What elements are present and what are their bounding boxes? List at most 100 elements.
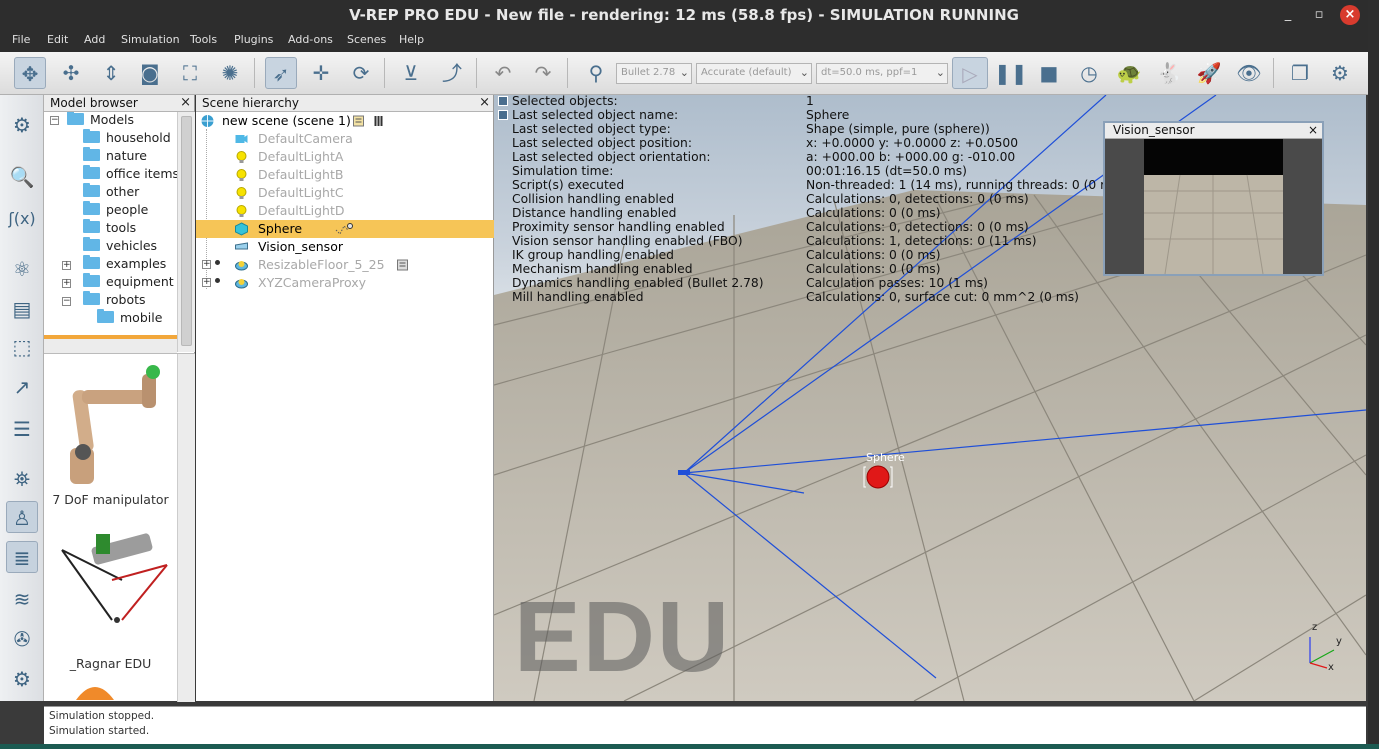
menu-tools[interactable]: Tools: [190, 33, 217, 46]
click-select-button[interactable]: ➶: [265, 57, 297, 89]
fit-to-view-button[interactable]: ⛶: [174, 57, 206, 89]
folder-office-items[interactable]: office items: [83, 165, 177, 184]
camera-angle-button[interactable]: ◙: [134, 57, 166, 89]
vision-sensor-window[interactable]: Vision_sensor ×: [1103, 121, 1324, 276]
folder-nature[interactable]: nature: [83, 147, 147, 166]
page-selector-button[interactable]: ❐: [1284, 57, 1316, 89]
fly-mode-button[interactable]: ✺: [214, 57, 246, 89]
collections-button[interactable]: ⚛: [6, 253, 38, 285]
menu-file[interactable]: File: [12, 33, 30, 46]
hierarchy-item-defaultcamera[interactable]: DefaultCamera: [196, 130, 494, 148]
next-model-thumbnail[interactable]: [72, 680, 118, 700]
model-browser-toggle[interactable]: ⛯: [6, 463, 38, 495]
camera-pan-button[interactable]: ✥: [14, 57, 46, 89]
physics-engine-select[interactable]: Bullet 2.78 ⌄: [616, 63, 692, 84]
close-icon[interactable]: ×: [1308, 123, 1318, 138]
selection-button[interactable]: ☰: [6, 413, 38, 445]
object-properties-button[interactable]: 🔍: [6, 161, 38, 193]
hierarchy-item-defaultlightd[interactable]: DefaultLightD: [196, 202, 494, 220]
tree-scrollbar[interactable]: [177, 112, 195, 352]
folder-people[interactable]: people: [83, 201, 148, 220]
timestep-select[interactable]: dt=50.0 ms, ppf=1 ⌄: [816, 63, 948, 84]
video-recorder-button[interactable]: ✇: [6, 623, 38, 655]
close-icon[interactable]: ×: [479, 95, 490, 111]
scrollbar-thumb[interactable]: [181, 116, 192, 346]
hierarchy-item-defaultlighta[interactable]: DefaultLightA: [196, 148, 494, 166]
sphere-object[interactable]: [866, 465, 890, 489]
menu-scenes[interactable]: Scenes: [347, 33, 386, 46]
layers-list-toggle[interactable]: ≣: [6, 541, 38, 573]
camera-rotate-button[interactable]: ✣: [55, 57, 87, 89]
expand-toggle[interactable]: +: [202, 260, 211, 269]
minimize-button[interactable]: _: [1278, 5, 1298, 25]
transfer-dna-button[interactable]: ⤴: [436, 57, 468, 89]
collapse-toggle[interactable]: −: [50, 116, 59, 125]
folder-other[interactable]: other: [83, 183, 139, 202]
path-edit-button[interactable]: ↗: [6, 371, 38, 403]
folder-examples[interactable]: examples: [83, 255, 166, 274]
accuracy-select[interactable]: Accurate (default) ⌄: [696, 63, 812, 84]
dynamics-toggle-button[interactable]: ⚲: [580, 57, 612, 89]
bars-icon[interactable]: [372, 114, 387, 128]
folder-household[interactable]: household: [83, 129, 171, 148]
camera-shift-button[interactable]: ⇕: [95, 57, 127, 89]
calculation-modules-button[interactable]: ʃ(x): [6, 201, 38, 233]
speed-up-button[interactable]: 🐇: [1153, 57, 1185, 89]
toggle-visualization-button[interactable]: 👁: [1233, 57, 1265, 89]
folder-vehicles[interactable]: vehicles: [83, 237, 157, 256]
scene-viewport[interactable]: Sphere z y x EDU Selected objects: Last …: [494, 95, 1366, 701]
pause-simulation-button[interactable]: ❚❚: [994, 57, 1028, 89]
object-shift-button[interactable]: ✛: [305, 57, 337, 89]
menu-edit[interactable]: Edit: [47, 33, 68, 46]
script-attached-icon[interactable]: [334, 222, 354, 236]
info-collapse-icon[interactable]: [498, 110, 508, 120]
expand-toggle[interactable]: +: [202, 278, 211, 287]
horizontal-scrollbar[interactable]: [44, 339, 177, 353]
script-icon[interactable]: [395, 258, 410, 272]
menu-help[interactable]: Help: [399, 33, 424, 46]
menu-plugins[interactable]: Plugins: [234, 33, 273, 46]
redo-button[interactable]: ↷: [527, 57, 559, 89]
simulation-settings-button[interactable]: ⚙: [6, 109, 38, 141]
folder-models[interactable]: Models: [67, 112, 134, 130]
layers-button[interactable]: ≋: [6, 583, 38, 615]
scene-hierarchy-toggle[interactable]: ♙: [6, 501, 38, 533]
scripts-button[interactable]: ▤: [6, 293, 38, 325]
menu-simulation[interactable]: Simulation: [121, 33, 180, 46]
object-rotate-button[interactable]: ⟳: [345, 57, 377, 89]
script-icon[interactable]: [351, 114, 366, 128]
hierarchy-item-defaultlightb[interactable]: DefaultLightB: [196, 166, 494, 184]
realtime-mode-button[interactable]: ◷: [1073, 57, 1105, 89]
ragnar-thumbnail[interactable]: [52, 520, 172, 630]
close-icon[interactable]: ×: [180, 95, 191, 111]
hierarchy-item-resizablefloor[interactable]: + ResizableFloor_5_25: [196, 256, 494, 274]
vision-sensor-window-header[interactable]: Vision_sensor ×: [1105, 123, 1322, 139]
folder-tools[interactable]: tools: [83, 219, 136, 238]
folder-robots[interactable]: robots: [83, 291, 146, 310]
collapse-toggle[interactable]: −: [62, 297, 71, 306]
folder-mobile[interactable]: mobile: [97, 309, 162, 328]
user-settings-button[interactable]: ⚙: [6, 663, 38, 695]
close-button[interactable]: ×: [1340, 5, 1360, 25]
scene-selector-button[interactable]: ⚙: [1324, 57, 1356, 89]
info-toggle-icon[interactable]: [498, 96, 508, 106]
threaded-rendering-button[interactable]: 🚀: [1193, 57, 1225, 89]
shape-edit-button[interactable]: ⬚: [6, 331, 38, 363]
hierarchy-item-xyzcameraproxy[interactable]: + XYZCameraProxy: [196, 274, 494, 292]
assemble-button[interactable]: ⊻: [395, 57, 427, 89]
expand-toggle[interactable]: +: [62, 279, 71, 288]
menu-add-ons[interactable]: Add-ons: [288, 33, 333, 46]
manipulator-thumbnail[interactable]: [56, 360, 171, 488]
maximize-button[interactable]: ▫: [1309, 5, 1329, 25]
undo-button[interactable]: ↶: [487, 57, 519, 89]
menu-add[interactable]: Add: [84, 33, 105, 46]
folder-equipment[interactable]: equipment: [83, 273, 174, 292]
expand-toggle[interactable]: +: [62, 261, 71, 270]
scene-root-row[interactable]: new scene (scene 1): [196, 112, 494, 130]
hierarchy-item-defaultlightc[interactable]: DefaultLightC: [196, 184, 494, 202]
slow-down-button[interactable]: 🐢: [1113, 57, 1145, 89]
vision-sensor-object[interactable]: [678, 470, 690, 475]
hierarchy-item-sphere[interactable]: Sphere: [196, 220, 494, 238]
thumbnail-scrollbar[interactable]: [177, 354, 195, 702]
start-simulation-button[interactable]: ▷: [952, 57, 988, 89]
